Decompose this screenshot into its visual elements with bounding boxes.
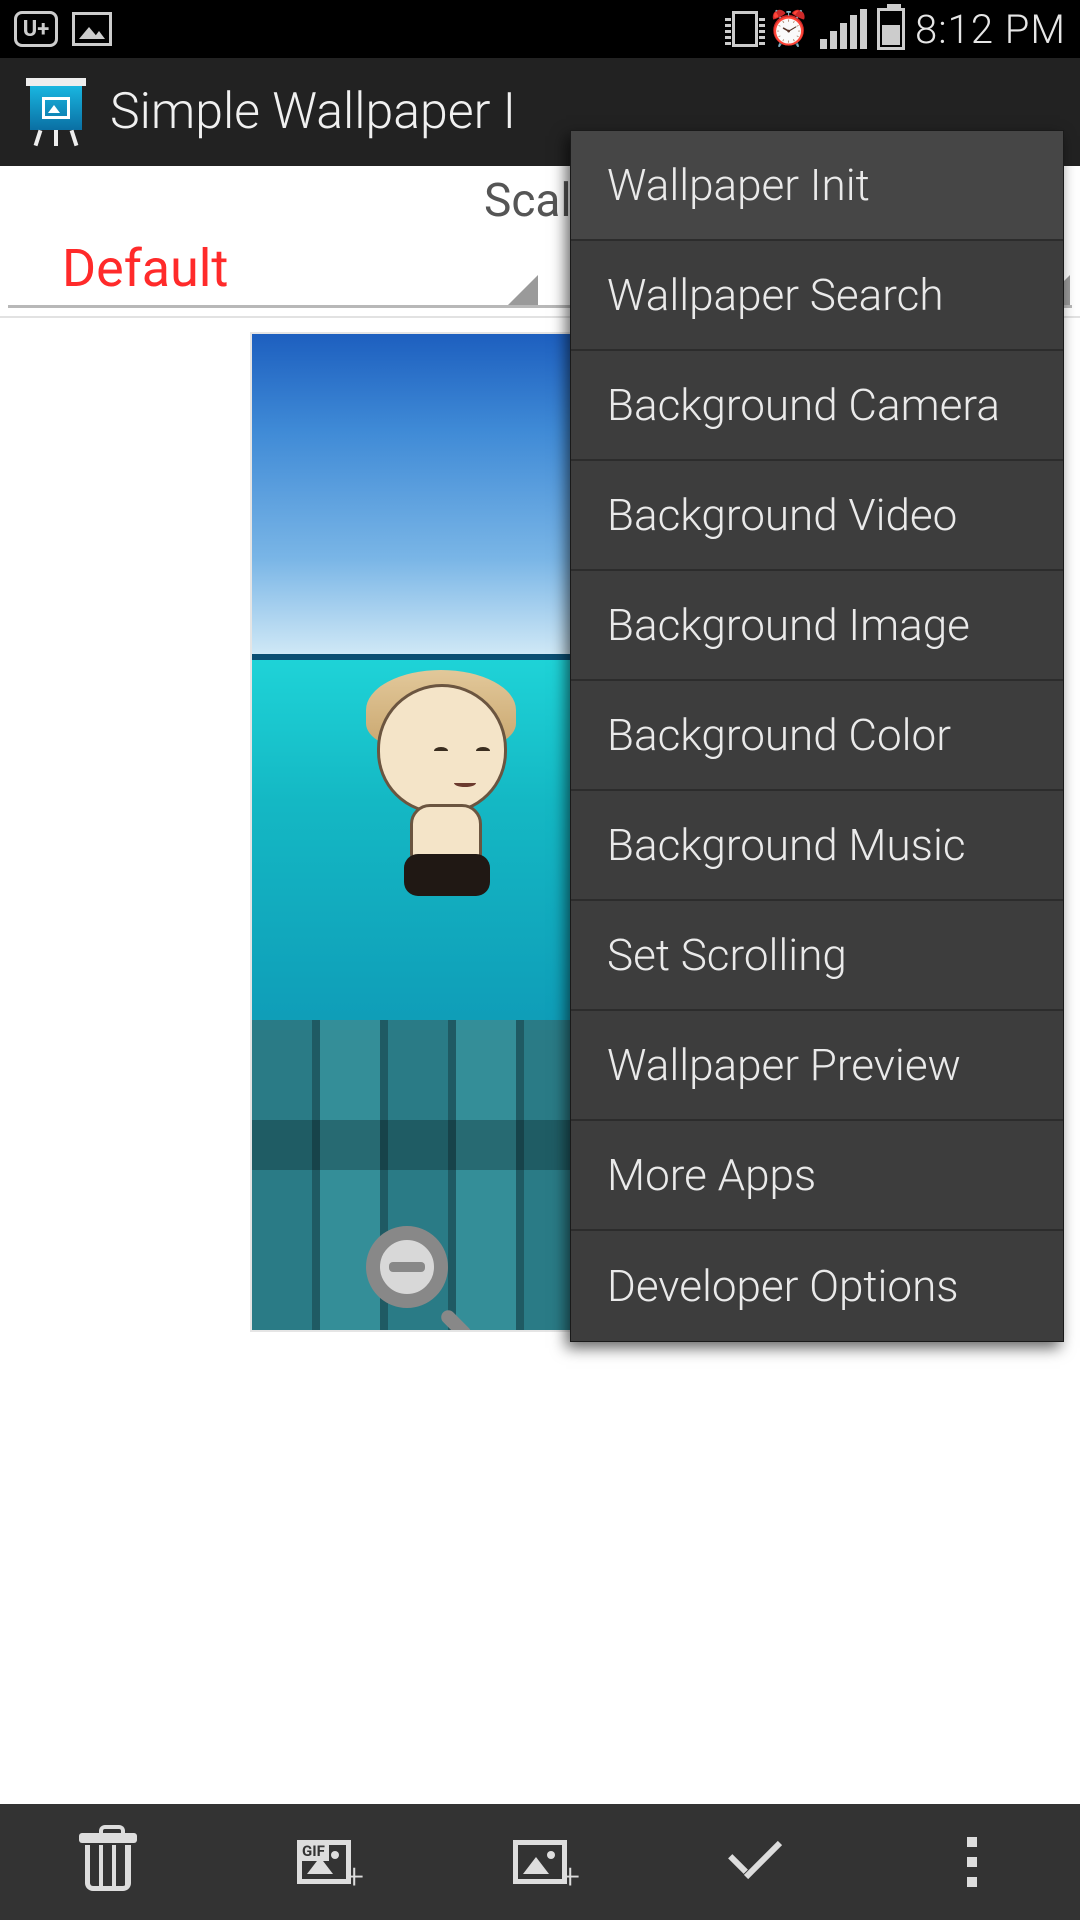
menu-item-more-apps[interactable]: More Apps	[571, 1121, 1063, 1231]
menu-item-wallpaper-init[interactable]: Wallpaper Init	[571, 131, 1063, 241]
zoom-out-button[interactable]	[366, 1226, 476, 1332]
status-clock: 8:12 PM	[915, 6, 1066, 53]
zoom-out-icon	[366, 1226, 448, 1308]
menu-item-background-image[interactable]: Background Image	[571, 571, 1063, 681]
add-image-button[interactable]: +	[432, 1804, 648, 1920]
menu-item-wallpaper-search[interactable]: Wallpaper Search	[571, 241, 1063, 351]
vibrate-icon	[732, 11, 758, 47]
alarm-icon: ⏰	[768, 12, 810, 46]
menu-item-background-color[interactable]: Background Color	[571, 681, 1063, 791]
carrier-badge-icon: U+	[14, 11, 58, 47]
check-icon	[721, 1837, 791, 1887]
preview-cartoon-sticker[interactable]	[352, 684, 532, 904]
battery-icon	[877, 8, 905, 50]
confirm-button[interactable]	[648, 1804, 864, 1920]
scale-spinner-left-value: Default	[62, 238, 228, 299]
cell-signal-icon	[820, 9, 867, 49]
app-title: Simple Wallpaper I	[110, 83, 516, 141]
overflow-icon	[967, 1837, 977, 1887]
gallery-notif-icon	[72, 12, 112, 46]
dropdown-triangle-icon	[508, 275, 538, 305]
scale-spinner-left[interactable]: Default	[8, 232, 540, 308]
app-icon	[22, 78, 90, 146]
menu-item-background-camera[interactable]: Background Camera	[571, 351, 1063, 461]
menu-item-background-music[interactable]: Background Music	[571, 791, 1063, 901]
bottom-action-bar: GIF + +	[0, 1804, 1080, 1920]
status-bar: U+ ⏰ 8:12 PM	[0, 0, 1080, 58]
add-gif-button[interactable]: GIF +	[216, 1804, 432, 1920]
add-gif-icon: GIF +	[297, 1840, 351, 1884]
overflow-menu: Wallpaper Init Wallpaper Search Backgrou…	[570, 130, 1064, 1342]
overflow-button[interactable]	[864, 1804, 1080, 1920]
menu-item-wallpaper-preview[interactable]: Wallpaper Preview	[571, 1011, 1063, 1121]
menu-item-background-video[interactable]: Background Video	[571, 461, 1063, 571]
menu-item-set-scrolling[interactable]: Set Scrolling	[571, 901, 1063, 1011]
add-image-icon: +	[513, 1840, 567, 1884]
delete-button[interactable]	[0, 1804, 216, 1920]
menu-item-developer-options[interactable]: Developer Options	[571, 1231, 1063, 1341]
trash-icon	[83, 1833, 133, 1891]
